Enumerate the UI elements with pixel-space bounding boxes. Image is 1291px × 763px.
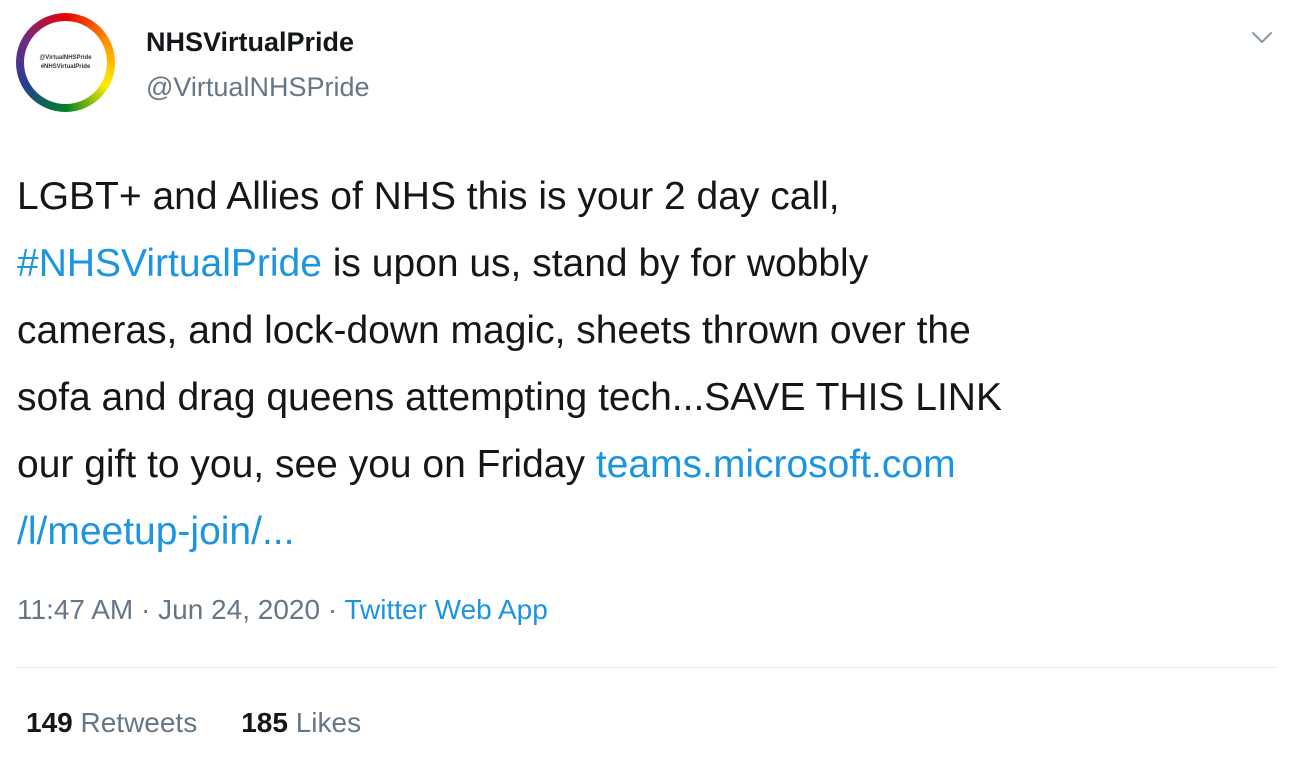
retweets-count: 149 bbox=[26, 707, 73, 738]
tweet-text-segment: sofa and drag queens attempting tech...S… bbox=[17, 376, 1002, 419]
url-link-continued[interactable]: /l/meetup-join/... bbox=[17, 510, 294, 553]
avatar-text-hashtag: #NHSVirtualPride bbox=[40, 63, 91, 70]
tweet-line: #NHSVirtualPride is upon us, stand by fo… bbox=[17, 230, 1282, 297]
tweet-text-segment: our gift to you, see you on Friday bbox=[17, 443, 596, 486]
tweet-source-link[interactable]: Twitter Web App bbox=[344, 594, 547, 625]
likes-label: Likes bbox=[287, 707, 362, 738]
retweets-label: Retweets bbox=[72, 707, 198, 738]
tweet-line: LGBT+ and Allies of NHS this is your 2 d… bbox=[17, 163, 1282, 230]
author-display-name[interactable]: NHSVirtualPride bbox=[146, 27, 354, 58]
retweets-stat[interactable]: 149 Retweets bbox=[26, 707, 197, 738]
chevron-down-icon[interactable] bbox=[1250, 26, 1274, 50]
tweet-stats: 149 Retweets 185 Likes bbox=[26, 707, 361, 739]
tweet-line: /l/meetup-join/... bbox=[17, 498, 1282, 565]
tweet-text: LGBT+ and Allies of NHS this is your 2 d… bbox=[17, 163, 1282, 565]
hashtag-link[interactable]: #NHSVirtualPride bbox=[17, 242, 322, 285]
likes-count: 185 bbox=[241, 707, 288, 738]
meta-separator: · bbox=[133, 594, 159, 625]
tweet-text-segment: is upon us, stand by for wobbly bbox=[321, 242, 869, 285]
tweet-meta: 11:47 AM · Jun 24, 2020 · Twitter Web Ap… bbox=[17, 594, 548, 626]
divider bbox=[17, 667, 1278, 668]
tweet-text-segment: cameras, and lock-down magic, sheets thr… bbox=[17, 309, 971, 352]
tweet-card: @VirtualNHSPride #NHSVirtualPride NHSVir… bbox=[0, 0, 1291, 763]
meta-separator: · bbox=[320, 594, 345, 625]
tweet-line: cameras, and lock-down magic, sheets thr… bbox=[17, 297, 1282, 364]
author-handle[interactable]: @VirtualNHSPride bbox=[146, 72, 370, 103]
avatar-text-handle: @VirtualNHSPride bbox=[39, 54, 92, 61]
tweet-line: our gift to you, see you on Friday teams… bbox=[17, 431, 1282, 498]
tweet-date[interactable]: Jun 24, 2020 bbox=[158, 594, 320, 625]
avatar-logo: @VirtualNHSPride #NHSVirtualPride bbox=[24, 21, 107, 104]
tweet-text-segment: LGBT+ and Allies of NHS this is your 2 d… bbox=[17, 175, 840, 218]
likes-stat[interactable]: 185 Likes bbox=[241, 707, 361, 738]
tweet-time[interactable]: 11:47 AM bbox=[17, 594, 133, 625]
avatar[interactable]: @VirtualNHSPride #NHSVirtualPride bbox=[16, 13, 115, 112]
url-link[interactable]: teams.microsoft.com bbox=[596, 443, 956, 486]
tweet-line: sofa and drag queens attempting tech...S… bbox=[17, 364, 1282, 431]
